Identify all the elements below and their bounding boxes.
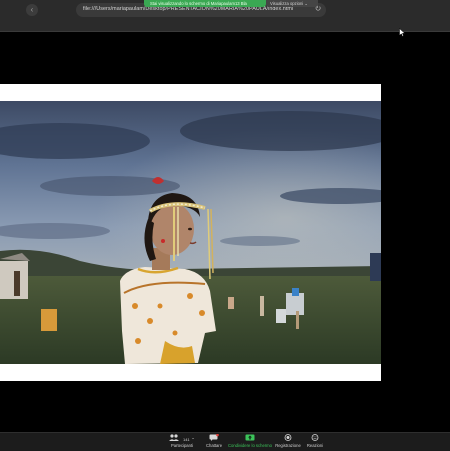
screen-share-banner-text: Stai visualizzando lo schermo di Mariapa… (150, 1, 247, 6)
smile-icon (290, 434, 340, 441)
slide-photo (0, 101, 381, 364)
view-options-label: Visualizza opzioni ⌄ (270, 1, 308, 6)
reactions-label: Reazioni (306, 443, 324, 448)
reactions-button[interactable]: Reazioni (290, 434, 340, 448)
mouse-cursor-icon (399, 28, 406, 37)
photo-illustration (0, 101, 381, 364)
back-button[interactable]: ‹ (26, 4, 38, 16)
